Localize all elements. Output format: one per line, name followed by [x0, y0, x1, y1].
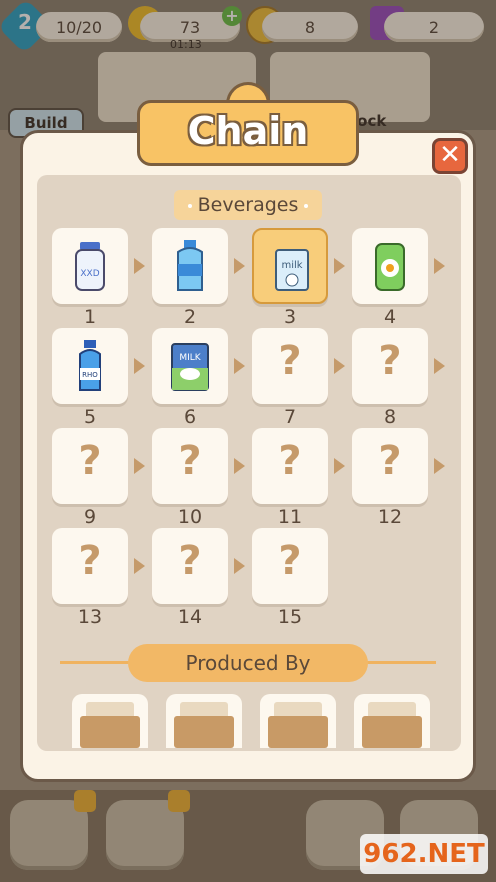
chain-arrow-icon [434, 458, 445, 474]
chain-tile-number: 8 [383, 406, 397, 428]
divider-left [60, 661, 130, 664]
chain-tile-number: 6 [183, 406, 197, 428]
chain-arrow-icon [134, 458, 145, 474]
chain-arrow-icon [334, 358, 345, 374]
producer-slot[interactable] [166, 694, 242, 748]
chain-tile-8[interactable]: ? [352, 328, 428, 404]
chain-tile-9[interactable]: ? [52, 428, 128, 504]
unknown-item-icon: ? [378, 338, 402, 384]
chain-tile-7[interactable]: ? [252, 328, 328, 404]
chain-tile-3[interactable]: milk [252, 228, 328, 304]
chain-arrow-icon [434, 258, 445, 274]
supply-crate-icon [268, 716, 328, 748]
chain-tile-number: 12 [377, 506, 403, 528]
chain-arrow-icon [234, 458, 245, 474]
chain-tile-6[interactable]: MILK [152, 328, 228, 404]
chain-tile-12[interactable]: ? [352, 428, 428, 504]
chain-tile-5[interactable]: RHO [52, 328, 128, 404]
chain-tile-number: 3 [283, 306, 297, 328]
chain-tile-4[interactable] [352, 228, 428, 304]
chain-arrow-icon [134, 258, 145, 274]
chain-tile-number: 1 [83, 306, 97, 328]
chain-arrow-icon [234, 358, 245, 374]
chain-tile-10[interactable]: ? [152, 428, 228, 504]
unknown-item-icon: ? [78, 438, 102, 484]
producer-slot[interactable] [72, 694, 148, 748]
chain-arrow-icon [134, 558, 145, 574]
unknown-item-icon: ? [278, 338, 302, 384]
producer-slot[interactable] [260, 694, 336, 748]
close-icon: ✕ [439, 140, 461, 170]
chain-arrow-icon [234, 258, 245, 274]
supply-crate-icon [174, 716, 234, 748]
chain-tile-13[interactable]: ? [52, 528, 128, 604]
divider-right [366, 661, 436, 664]
chain-tile-number: 10 [177, 506, 203, 528]
chain-tile-15[interactable]: ? [252, 528, 328, 604]
supply-crate-icon [80, 716, 140, 748]
chain-tile-number: 15 [277, 606, 303, 628]
chain-tile-2[interactable] [152, 228, 228, 304]
site-watermark: 962.NET [360, 834, 488, 874]
chain-tile-number: 2 [183, 306, 197, 328]
chain-tile-number: 14 [177, 606, 203, 628]
close-button[interactable]: ✕ [432, 138, 468, 174]
chain-arrow-icon [134, 358, 145, 374]
supply-crate-icon [362, 716, 422, 748]
unknown-item-icon: ? [78, 538, 102, 584]
chain-tile-1[interactable]: XXD [52, 228, 128, 304]
chain-arrow-icon [334, 458, 345, 474]
category-label: Beverages [197, 194, 299, 216]
unknown-item-icon: ? [378, 438, 402, 484]
chain-tile-number: 7 [283, 406, 297, 428]
svg-text:milk: milk [281, 260, 302, 271]
chain-tile-11[interactable]: ? [252, 428, 328, 504]
dialog-title: Chain [187, 109, 309, 153]
watermark-text: 962.NET [363, 839, 485, 869]
chain-arrow-icon [434, 358, 445, 374]
chain-arrow-icon [234, 558, 245, 574]
svg-text:XXD: XXD [80, 269, 99, 279]
chain-tile-14[interactable]: ? [152, 528, 228, 604]
svg-text:MILK: MILK [179, 353, 201, 363]
chain-tile-number: 5 [83, 406, 97, 428]
chain-arrow-icon [334, 258, 345, 274]
unknown-item-icon: ? [178, 538, 202, 584]
chain-tile-number: 9 [83, 506, 97, 528]
chain-tile-number: 4 [383, 306, 397, 328]
chain-tile-number: 13 [77, 606, 103, 628]
category-tag: Beverages [174, 190, 322, 220]
svg-text:RHO: RHO [82, 371, 98, 379]
produced-by-label: Produced By [128, 644, 368, 682]
unknown-item-icon: ? [278, 538, 302, 584]
unknown-item-icon: ? [278, 438, 302, 484]
unknown-item-icon: ? [178, 438, 202, 484]
producer-slot[interactable] [354, 694, 430, 748]
chain-tile-number: 11 [277, 506, 303, 528]
title-plate: Chain [137, 100, 359, 166]
